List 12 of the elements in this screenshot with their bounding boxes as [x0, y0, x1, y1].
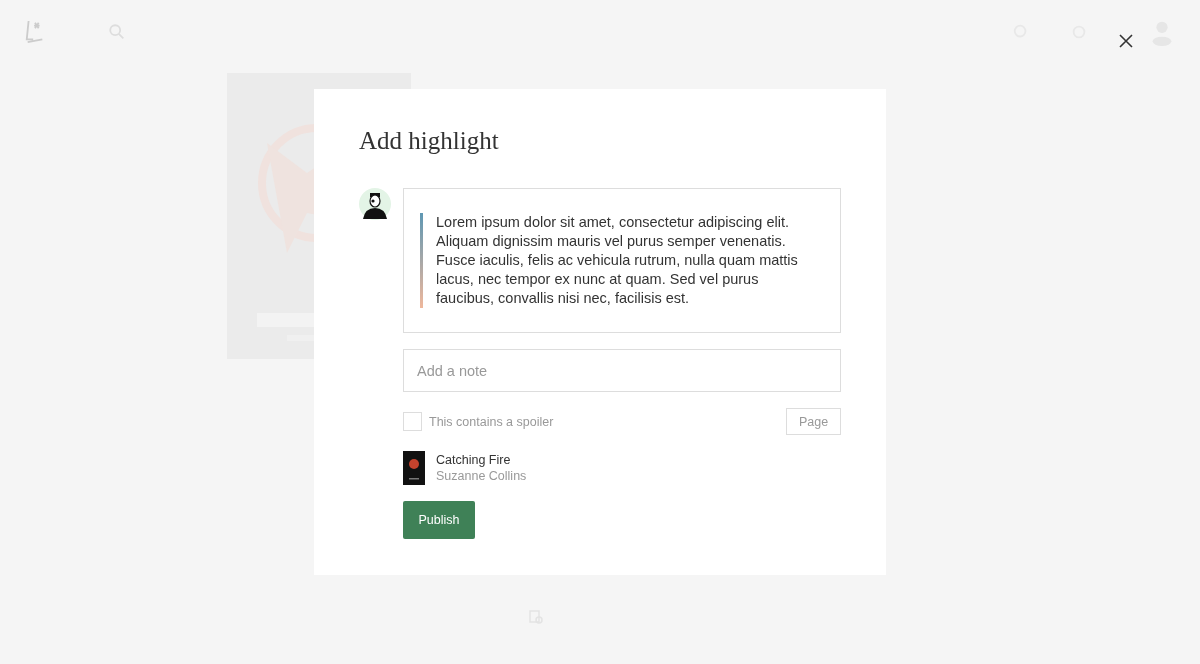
- close-icon: [1118, 33, 1134, 49]
- dialog-title: Add highlight: [359, 127, 500, 155]
- book-author: Suzanne Collins: [436, 469, 527, 483]
- publish-button[interactable]: Publish: [403, 501, 475, 539]
- spoiler-checkbox[interactable]: [403, 412, 422, 431]
- book-title: Catching Fire: [436, 453, 512, 467]
- note-field[interactable]: Add a note: [403, 349, 841, 392]
- page-field[interactable]: Page: [786, 408, 841, 435]
- avatar-icon: [359, 188, 391, 220]
- book-cover-icon: [403, 451, 425, 485]
- spoiler-label: This contains a spoiler: [429, 414, 554, 429]
- highlight-quote: Lorem ipsum dolor sit amet, consectetur adipiscing elit. Aliquam dignissim mauris vel purus semper venenatis. Fusce iaculis, felis ac vehicula rutrum, nulla quam mattis lacus, nec tempor ex nunc at quam. Sed vel purus faucibus, convallis nisi nec, facilisis est.: [420, 213, 810, 308]
